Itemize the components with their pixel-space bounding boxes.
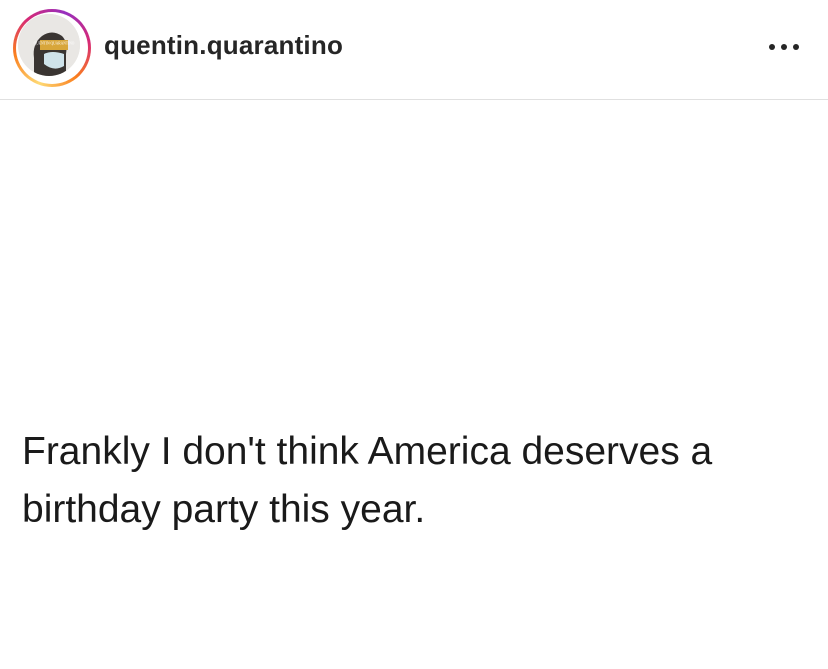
more-horizontal-icon — [769, 44, 775, 50]
post-caption-text: Frankly I don't think America deserves a… — [22, 430, 713, 531]
avatar[interactable]: QUENTIN QUARANTINO — [18, 14, 80, 76]
story-ring[interactable]: QUENTIN QUARANTINO — [13, 9, 91, 87]
more-horizontal-icon — [793, 44, 799, 50]
more-horizontal-icon — [781, 44, 787, 50]
avatar-text: QUENTIN QUARANTINO — [34, 42, 75, 46]
username-link[interactable]: quentin.quarantino — [104, 30, 343, 61]
post-header: QUENTIN QUARANTINO quentin.quarantino — [0, 0, 828, 100]
svg-text:QUENTIN QUARANTINO: QUENTIN QUARANTINO — [34, 42, 75, 46]
post-image[interactable]: Frankly I don't think America deserves a… — [0, 101, 828, 669]
avatar-image: QUENTIN QUARANTINO — [18, 14, 80, 76]
more-options-button[interactable] — [762, 32, 806, 62]
